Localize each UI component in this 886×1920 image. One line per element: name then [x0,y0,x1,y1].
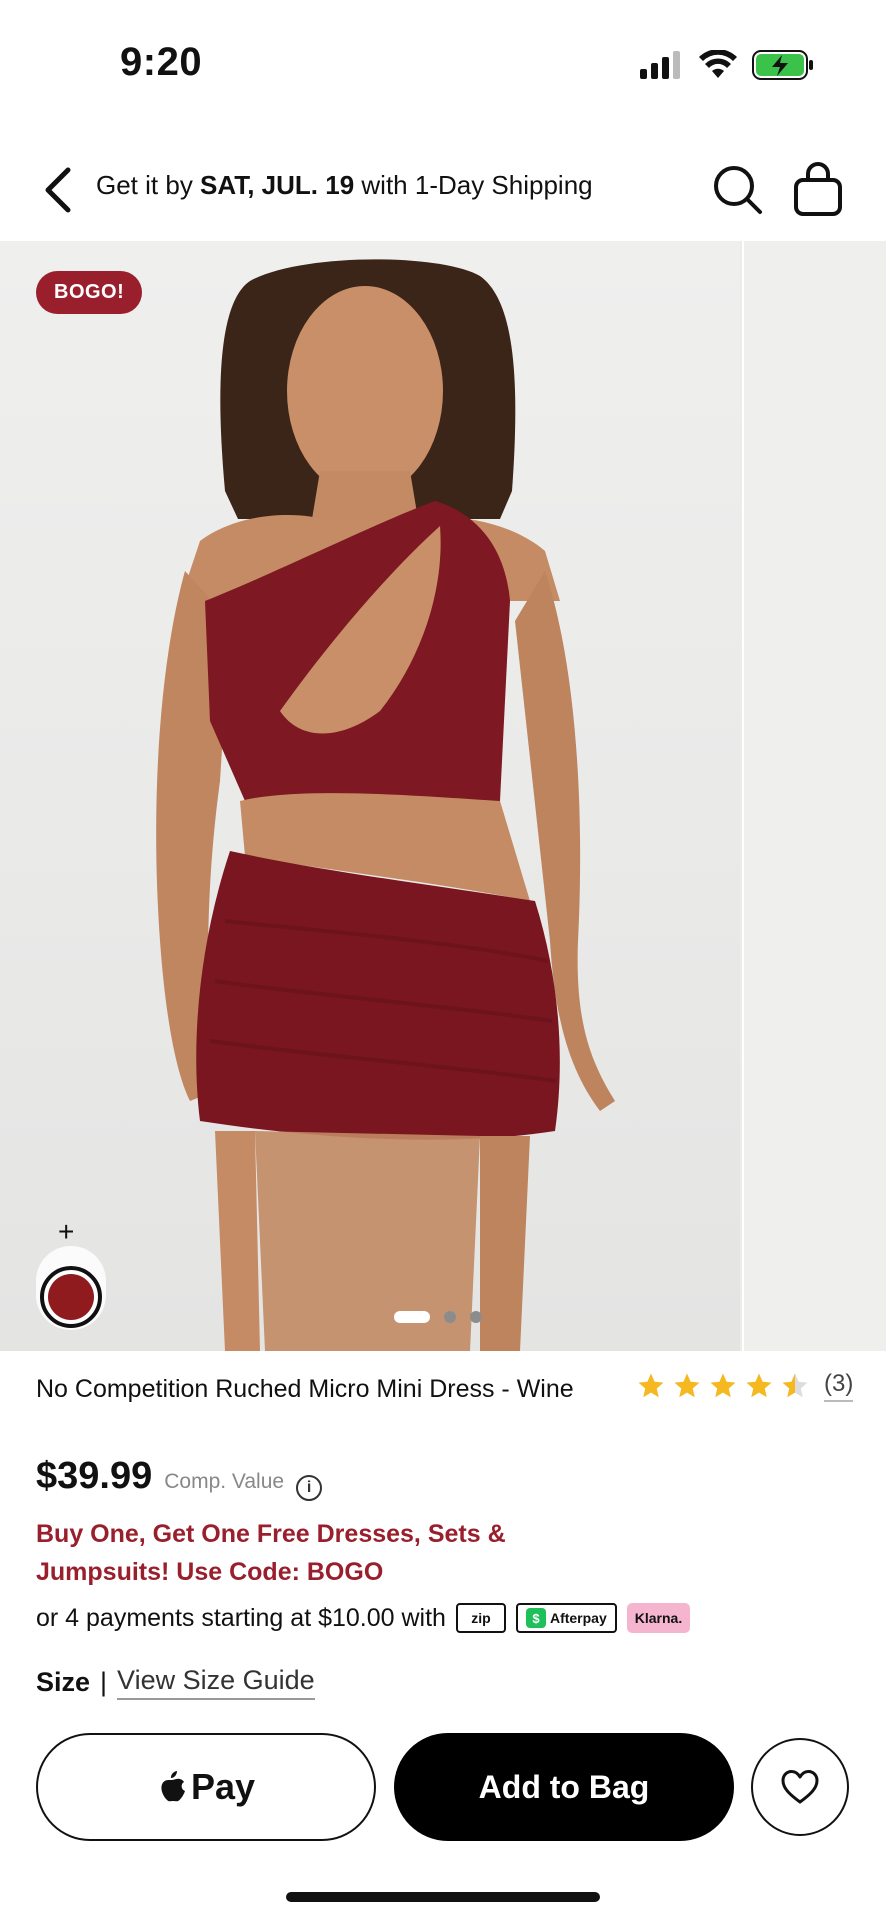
next-product-image-peek[interactable] [742,241,886,1351]
star-half-icon [782,1373,808,1398]
status-icons [640,50,814,80]
size-label: Size [36,1667,91,1697]
star-full-icon [710,1373,736,1398]
product-title: No Competition Ruched Micro Mini Dress -… [36,1375,574,1403]
product-rating[interactable]: (3) [636,1370,854,1402]
header: Get it by SAT, JUL. 19 with 1-Day Shippi… [0,140,886,240]
size-separator: | [100,1667,108,1697]
installment-payments: or 4 payments starting at $10.00 with zi… [36,1603,691,1633]
wifi-icon [699,50,737,78]
carousel-dot-1[interactable] [394,1311,430,1323]
chevron-left-icon [45,167,71,213]
battery-charging-icon [752,50,813,80]
apple-pay-button[interactable]: Pay [36,1733,376,1841]
apple-pay-label: Pay [190,1766,256,1807]
carousel-dot-3[interactable] [470,1311,482,1323]
status-bar: 9:20 [0,0,886,130]
afterpay-mark-icon: $ [525,1608,546,1628]
afterpay-label: Afterpay [549,1610,607,1626]
klarna-logo[interactable]: Klarna. [626,1603,691,1633]
star-full-icon [638,1373,664,1398]
model-photo [156,259,615,1351]
star-full-icon [746,1373,772,1398]
product-image[interactable]: BOGO! + [0,241,843,1351]
afterpay-logo[interactable]: $ Afterpay [515,1603,617,1633]
apple-logo-icon [161,1771,185,1802]
star-full-icon [674,1373,700,1398]
comp-value-label: Comp. Value [164,1470,285,1493]
shopping-bag-icon [794,162,842,216]
shipping-banner: Get it by SAT, JUL. 19 with 1-Day Shippi… [96,170,593,201]
carousel-dots [394,1311,482,1323]
shipping-date: SAT, JUL. 19 [200,170,355,200]
search-icon [714,166,762,214]
status-time: 9:20 [120,40,203,84]
color-swatch-wine[interactable] [40,1266,102,1328]
home-indicator[interactable] [286,1892,600,1902]
color-swatch-picker[interactable]: + [36,1216,106,1330]
wishlist-button[interactable] [751,1738,849,1836]
heart-icon [781,1770,819,1804]
add-color-plus[interactable]: + [58,1216,74,1248]
promo-text: Buy One, Get One Free Dresses, Sets & Ju… [36,1520,506,1586]
product-image-gallery[interactable]: BOGO! + [0,241,886,1351]
size-row: Size | View Size Guide [36,1665,315,1700]
rating-count-link[interactable]: (3) [824,1370,854,1402]
carousel-dot-2[interactable] [444,1311,456,1323]
add-to-bag-button[interactable]: Add to Bag [394,1733,734,1841]
shipping-suffix: with 1-Day Shipping [354,170,593,200]
bag-button[interactable] [790,160,846,220]
size-guide-link[interactable]: View Size Guide [117,1665,315,1700]
product-price: $39.99 [36,1455,153,1497]
info-icon[interactable]: i [296,1475,323,1501]
search-button[interactable] [710,162,766,218]
zip-logo[interactable]: zip [455,1603,506,1633]
payments-text: or 4 payments starting at $10.00 with [36,1603,446,1632]
price-row: $39.99 Comp. Value i [36,1455,323,1501]
back-button[interactable] [30,162,86,218]
signal-icon [640,51,680,79]
bogo-badge: BOGO! [36,271,143,314]
shipping-prefix: Get it by [96,170,201,200]
